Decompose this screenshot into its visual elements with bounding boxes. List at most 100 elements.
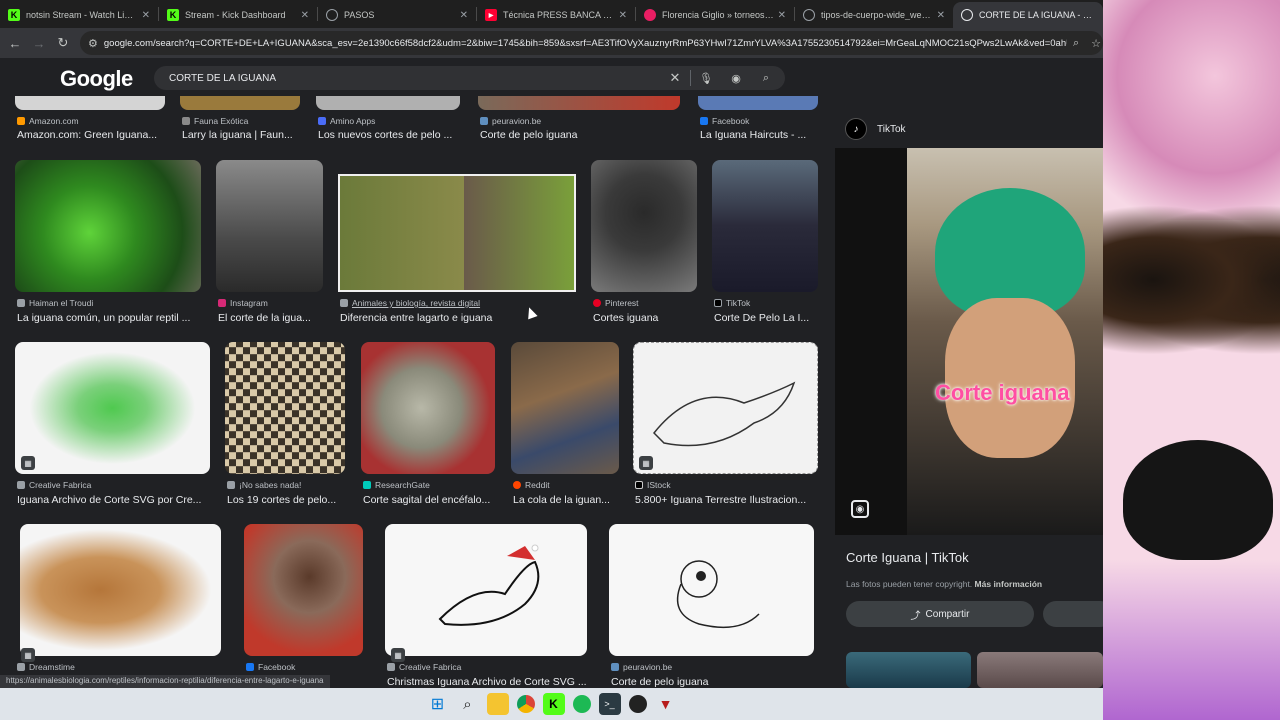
result-caption[interactable]: Corte De Pelo La I... bbox=[714, 312, 818, 324]
result-card[interactable]: Reddit La cola de la iguan... bbox=[511, 342, 619, 508]
chrome-icon[interactable] bbox=[516, 695, 535, 713]
share-button[interactable]: ⤴ Compartir bbox=[846, 601, 1034, 627]
result-card[interactable]: Instagram El corte de la igua... bbox=[216, 160, 323, 326]
address-bar[interactable]: ⚙ google.com/search?q=CORTE+DE+LA+IGUANA… bbox=[80, 31, 1103, 55]
google-logo[interactable]: Google bbox=[60, 66, 133, 92]
site-settings-icon[interactable]: ⚙ bbox=[88, 37, 98, 50]
result-card[interactable]: Fauna Exótica Larry la iguana | Faun... bbox=[180, 96, 300, 146]
result-card[interactable]: peuravion.be Corte de pelo iguana bbox=[478, 96, 680, 146]
result-image[interactable] bbox=[316, 96, 460, 110]
result-card[interactable]: Facebook La Iguana Haircuts - ... bbox=[698, 96, 818, 146]
panel-source[interactable]: ♪ TikTok bbox=[845, 118, 906, 140]
result-caption[interactable]: Los 19 cortes de pelo... bbox=[227, 494, 345, 506]
result-card[interactable]: ▦ Creative Fabrica Iguana Archivo de Cor… bbox=[15, 342, 210, 508]
close-icon[interactable]: ✕ bbox=[937, 10, 945, 21]
close-icon[interactable]: ✕ bbox=[301, 10, 309, 21]
result-card[interactable]: peuravion.be Corte de pelo iguana bbox=[609, 524, 814, 688]
result-image[interactable] bbox=[361, 342, 495, 474]
kick-icon[interactable]: K bbox=[542, 693, 565, 715]
result-image[interactable] bbox=[15, 160, 201, 292]
result-image[interactable] bbox=[180, 96, 300, 110]
related-thumb[interactable] bbox=[977, 652, 1103, 688]
reload-icon[interactable]: ↻ bbox=[51, 31, 75, 55]
secondary-button[interactable] bbox=[1043, 601, 1103, 627]
close-icon[interactable]: ✕ bbox=[778, 10, 786, 21]
result-card[interactable]: ▦ IStock 5.800+ Iguana Terrestre Ilustra… bbox=[633, 342, 818, 508]
result-caption[interactable]: La Iguana Haircuts - ... bbox=[700, 129, 818, 141]
search-icon[interactable]: ⌕ bbox=[751, 72, 781, 85]
result-card[interactable]: Animales y biología, revista digital Dif… bbox=[338, 160, 576, 326]
result-image[interactable] bbox=[698, 96, 818, 110]
result-caption[interactable]: Corte de pelo iguana bbox=[480, 129, 680, 141]
tab-6-active[interactable]: CORTE DE LA IGUANA - Buscar bbox=[953, 2, 1103, 28]
result-image[interactable] bbox=[478, 96, 680, 110]
tab-0[interactable]: K notsin Stream - Watch Live on K ✕ bbox=[0, 2, 158, 28]
result-card[interactable]: ResearchGate Corte sagital del encéfalo.… bbox=[361, 342, 495, 508]
close-icon[interactable]: ✕ bbox=[619, 10, 627, 21]
result-image[interactable] bbox=[385, 524, 587, 656]
terminal-icon[interactable]: >_ bbox=[598, 693, 621, 715]
result-card[interactable]: Pinterest Cortes iguana bbox=[591, 160, 697, 326]
preview-title[interactable]: Corte Iguana | TikTok bbox=[846, 550, 969, 565]
tab-5[interactable]: tipos-de-cuerpo-wide_webp.w ✕ bbox=[795, 2, 953, 28]
result-caption[interactable]: Cortes iguana bbox=[593, 312, 697, 324]
tab-2[interactable]: PASOS ✕ bbox=[318, 2, 476, 28]
lens-icon[interactable]: ◉ bbox=[851, 500, 869, 518]
result-caption[interactable]: Los nuevos cortes de pelo ... bbox=[318, 129, 460, 141]
lens-icon[interactable]: ◉ bbox=[721, 72, 751, 85]
result-card[interactable]: Haiman el Troudi La iguana común, un pop… bbox=[15, 160, 201, 326]
result-caption[interactable]: Christmas Iguana Archivo de Corte SVG ..… bbox=[387, 676, 587, 688]
result-caption[interactable]: Diferencia entre lagarto e iguana bbox=[340, 312, 576, 324]
result-card[interactable]: Amino Apps Los nuevos cortes de pelo ... bbox=[316, 96, 460, 146]
tab-4[interactable]: Florencia Giglio » torneos de in ✕ bbox=[636, 2, 794, 28]
result-image[interactable] bbox=[20, 524, 221, 656]
search-icon[interactable]: ⌕ bbox=[457, 693, 479, 715]
result-card[interactable]: ▦ Creative Fabrica Christmas Iguana Arch… bbox=[385, 524, 587, 688]
app-icon[interactable]: ▼ bbox=[655, 693, 677, 715]
tab-1[interactable]: K Stream - Kick Dashboard ✕ bbox=[159, 2, 317, 28]
result-card[interactable]: Facebook bbox=[244, 524, 363, 688]
result-caption[interactable]: La cola de la iguan... bbox=[513, 494, 619, 506]
result-caption[interactable]: Amazon.com: Green Iguana... bbox=[17, 129, 165, 141]
close-icon[interactable]: ✕ bbox=[460, 10, 468, 21]
related-thumb[interactable] bbox=[846, 652, 971, 688]
result-caption[interactable]: Iguana Archivo de Corte SVG por Cre... bbox=[17, 494, 210, 506]
result-image[interactable] bbox=[591, 160, 697, 292]
search-input[interactable]: CORTE DE LA IGUANA bbox=[169, 73, 660, 84]
result-caption[interactable]: Corte sagital del encéfalo... bbox=[363, 494, 495, 506]
tab-3[interactable]: ▶ Técnica PRESS BANCA - YouTube ✕ bbox=[477, 2, 635, 28]
result-card[interactable]: ▦ Dreamstime bbox=[15, 524, 221, 688]
zoom-icon[interactable]: ⌕ bbox=[1073, 37, 1079, 50]
spotify-icon[interactable] bbox=[572, 695, 591, 713]
result-caption[interactable]: El corte de la igua... bbox=[218, 312, 323, 324]
result-image[interactable] bbox=[633, 342, 818, 474]
result-caption[interactable]: Larry la iguana | Faun... bbox=[182, 129, 300, 141]
result-image[interactable] bbox=[712, 160, 818, 292]
forward-icon[interactable]: → bbox=[27, 31, 51, 55]
result-image[interactable] bbox=[609, 524, 814, 656]
close-icon[interactable]: ✕ bbox=[142, 10, 150, 21]
clear-icon[interactable]: ✕ bbox=[660, 70, 690, 86]
more-info-link[interactable]: Más información bbox=[975, 579, 1043, 589]
file-explorer-icon[interactable] bbox=[486, 693, 509, 715]
result-image[interactable] bbox=[225, 342, 345, 474]
result-image[interactable] bbox=[511, 342, 619, 474]
result-image[interactable] bbox=[15, 96, 165, 110]
result-card[interactable]: Amazon.com Amazon.com: Green Iguana... bbox=[15, 96, 165, 146]
obs-icon[interactable] bbox=[628, 695, 647, 713]
microphone-icon[interactable]: 🎙 bbox=[691, 72, 721, 85]
result-image[interactable] bbox=[216, 160, 323, 292]
result-card[interactable]: TikTok Corte De Pelo La I... bbox=[712, 160, 818, 326]
result-image[interactable] bbox=[338, 174, 576, 292]
back-icon[interactable]: ← bbox=[3, 31, 27, 55]
preview-image[interactable]: Corte iguana ◉ bbox=[835, 148, 1103, 535]
result-card[interactable]: ¡No sabes nada! Los 19 cortes de pelo... bbox=[225, 342, 345, 508]
windows-icon[interactable]: ⊞ bbox=[427, 693, 449, 715]
result-image[interactable] bbox=[15, 342, 210, 474]
result-caption[interactable]: Corte de pelo iguana bbox=[611, 676, 814, 688]
result-image[interactable] bbox=[244, 524, 363, 656]
result-caption[interactable]: La iguana común, un popular reptil ... bbox=[17, 312, 201, 324]
result-caption[interactable]: 5.800+ Iguana Terrestre Ilustracion... bbox=[635, 494, 818, 506]
bookmark-star-icon[interactable]: ☆ bbox=[1091, 37, 1101, 50]
search-box[interactable]: CORTE DE LA IGUANA ✕ 🎙 ◉ ⌕ bbox=[154, 66, 785, 90]
